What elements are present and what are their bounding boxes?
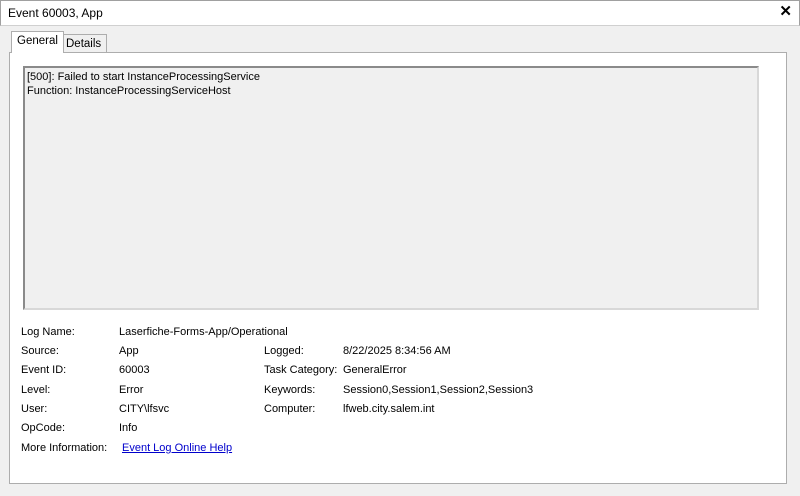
computer-label: Computer: <box>264 403 316 415</box>
user-value[interactable]: CITY\lfsvc <box>119 403 169 415</box>
logged-value[interactable]: 8/22/2025 8:34:56 AM <box>343 345 451 357</box>
keywords-label: Keywords: <box>264 384 316 396</box>
opcode-value[interactable]: Info <box>119 422 137 434</box>
event-description-box[interactable]: [500]: Failed to start InstanceProcessin… <box>23 66 759 310</box>
tab-details-label: Details <box>66 38 102 50</box>
more-information-label: More Information: <box>21 442 108 454</box>
window-title: Event 60003, App <box>8 6 103 20</box>
description-line: [500]: Failed to start InstanceProcessin… <box>27 71 260 83</box>
title-bar: Event 60003, App ✕ <box>0 0 800 26</box>
log-name-value[interactable]: Laserfiche-Forms-App/Operational <box>119 326 288 338</box>
close-icon[interactable]: ✕ <box>779 3 792 21</box>
opcode-label: OpCode: <box>21 422 66 434</box>
event-log-online-help-link[interactable]: Event Log Online Help <box>122 442 232 454</box>
logged-label: Logged: <box>264 345 304 357</box>
task-category-value[interactable]: GeneralError <box>343 364 407 376</box>
description-line: Function: InstanceProcessingServiceHost <box>27 85 231 97</box>
level-value[interactable]: Error <box>119 384 143 396</box>
task-category-label: Task Category: <box>264 364 338 376</box>
source-label: Source: <box>21 345 59 357</box>
tab-general[interactable]: General <box>11 31 64 53</box>
user-label: User: <box>21 403 48 415</box>
computer-value[interactable]: lfweb.city.salem.int <box>343 403 435 415</box>
log-name-label: Log Name: <box>21 326 75 338</box>
tab-details[interactable]: Details <box>60 34 108 53</box>
keywords-value[interactable]: Session0,Session1,Session2,Session3 <box>343 384 533 396</box>
event-id-label: Event ID: <box>21 364 67 376</box>
level-label: Level: <box>21 384 51 396</box>
source-value[interactable]: App <box>119 345 139 357</box>
event-id-value[interactable]: 60003 <box>119 364 150 376</box>
tab-general-label: General <box>17 35 58 47</box>
